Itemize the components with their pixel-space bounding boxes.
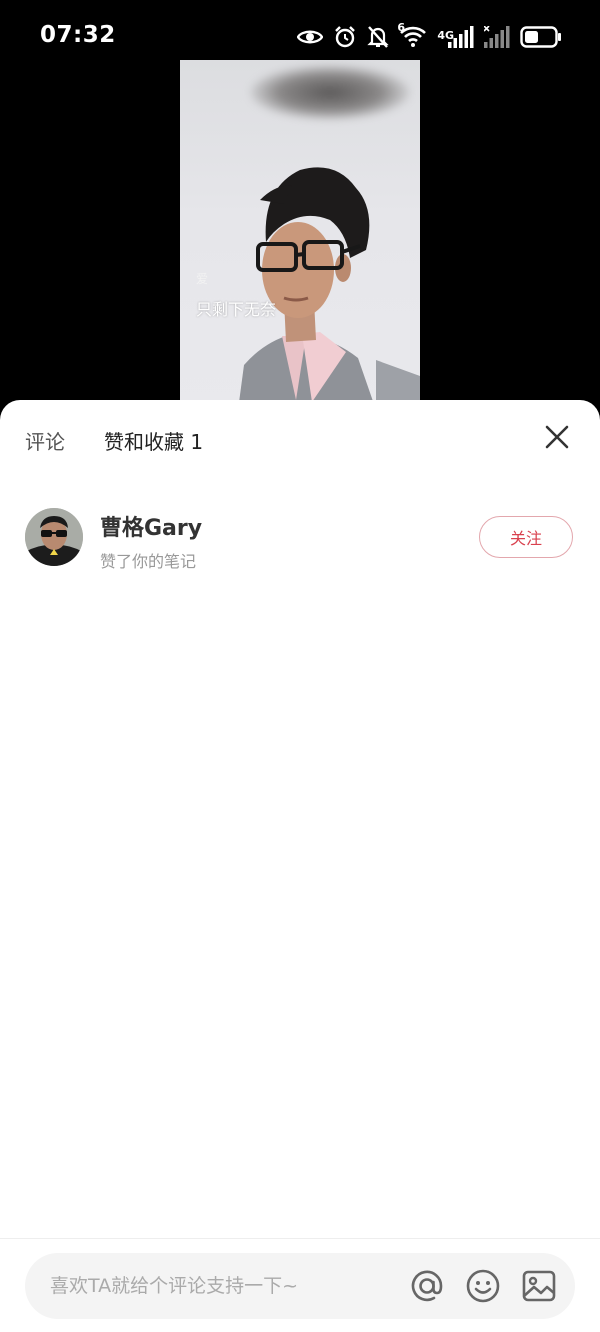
wifi-icon: 6 bbox=[397, 22, 427, 48]
video-person-image bbox=[238, 167, 420, 410]
list-item[interactable]: 曹格Gary 赞了你的笔记 关注 bbox=[0, 500, 600, 580]
video-area[interactable]: 爱 只剩下无奈 bbox=[0, 60, 600, 410]
signal-sim2-icon bbox=[484, 26, 510, 48]
mute-icon bbox=[367, 25, 389, 49]
image-icon bbox=[522, 1270, 556, 1302]
video-caption: 只剩下无奈 bbox=[196, 300, 277, 319]
emoji-icon bbox=[466, 1269, 500, 1303]
status-time: 07:32 bbox=[40, 22, 116, 48]
user-action-text: 赞了你的笔记 bbox=[100, 552, 197, 571]
at-icon bbox=[411, 1270, 443, 1302]
video-frame[interactable]: 爱 只剩下无奈 bbox=[180, 60, 420, 410]
network-type-label: 4G bbox=[437, 29, 454, 42]
emoji-button[interactable] bbox=[465, 1268, 501, 1304]
comment-bar[interactable]: 喜欢TA就给个评论支持一下~ bbox=[25, 1253, 575, 1319]
follow-button[interactable]: 关注 bbox=[479, 516, 573, 558]
close-icon bbox=[545, 425, 569, 449]
username[interactable]: 曹格Gary bbox=[100, 510, 202, 542]
eye-icon bbox=[297, 28, 324, 46]
signal-icon: 4G bbox=[437, 26, 474, 48]
mention-button[interactable] bbox=[409, 1268, 445, 1304]
status-icons: 6 4G bbox=[297, 22, 562, 52]
close-button[interactable] bbox=[540, 420, 574, 454]
wifi-slot-label: 6 bbox=[397, 21, 405, 34]
comment-input[interactable]: 喜欢TA就给个评论支持一下~ bbox=[50, 1253, 298, 1319]
avatar[interactable] bbox=[25, 508, 83, 566]
image-button[interactable] bbox=[521, 1268, 557, 1304]
tab-likes-and-saves[interactable]: 赞和收藏 1 bbox=[104, 426, 203, 455]
video-caption-small: 爱 bbox=[196, 272, 209, 286]
tab-comments[interactable]: 评论 bbox=[25, 426, 65, 455]
alarm-icon bbox=[333, 25, 357, 49]
likes-sheet: 评论 赞和收藏 1 曹格Gary 赞了你的笔记 关注 喜欢TA就给个评论支持一下… bbox=[0, 400, 600, 1332]
battery-icon bbox=[520, 26, 562, 48]
divider bbox=[0, 1238, 600, 1239]
